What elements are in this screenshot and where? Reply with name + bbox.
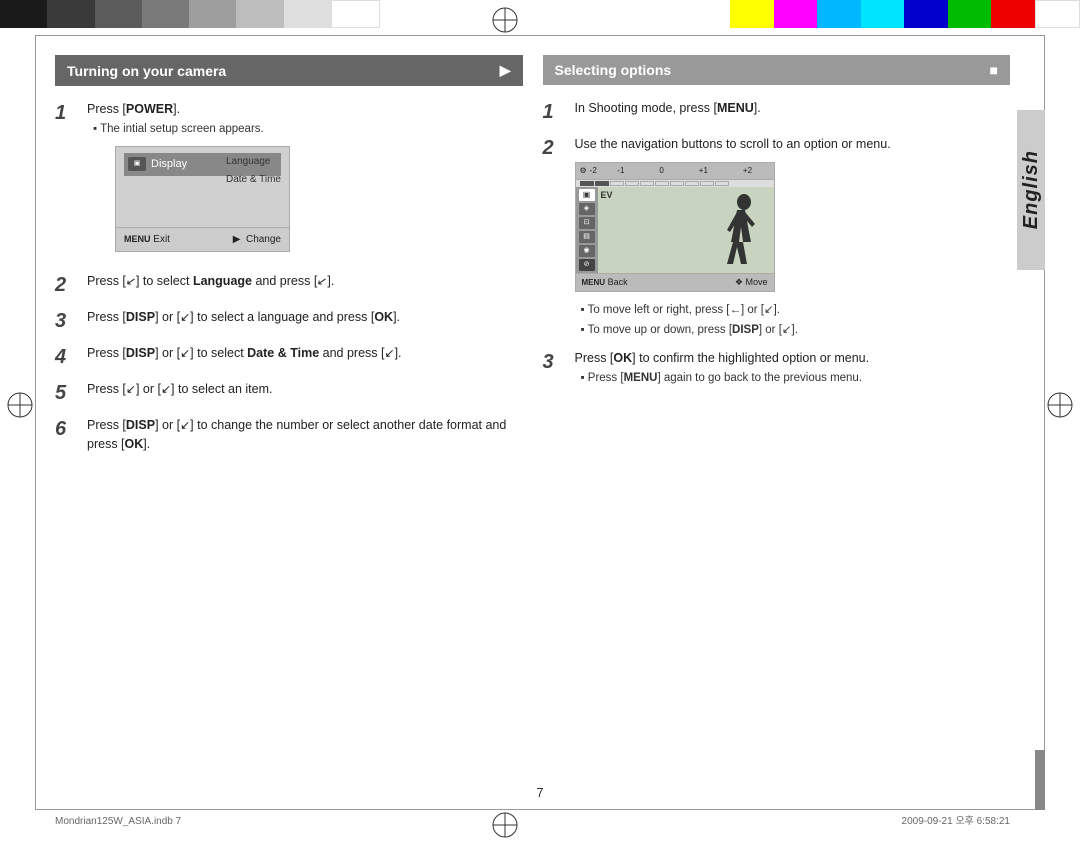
ev-icons: ▣ ◈ ⊡ ▤ ◉ ⊘ <box>576 187 598 273</box>
camera-footer-right: ▶ Change <box>233 232 281 247</box>
ev-bar-row <box>576 180 774 187</box>
right-step-num-3: 3 <box>543 349 571 375</box>
ev-icon-6: ⊘ <box>579 259 595 271</box>
main-content: Turning on your camera ▶ 1 Press [POWER]… <box>55 55 1010 790</box>
ev-icon-3: ⊡ <box>579 217 595 229</box>
step-6-content: Press [DISP] or [↙] to change the number… <box>87 416 523 454</box>
ev-top-bar: ⚙ -2 -10+1+2 <box>576 163 774 180</box>
left-steps-list: 1 Press [POWER]. The intial setup screen… <box>55 100 523 454</box>
ev-icon-4: ▤ <box>579 231 595 243</box>
right-step-3: 3 Press [OK] to confirm the highlighted … <box>543 349 1011 387</box>
english-label: English <box>1020 150 1043 229</box>
right-step-1-content: In Shooting mode, press [MENU]. <box>575 99 761 118</box>
left-step-1: 1 Press [POWER]. The intial setup screen… <box>55 100 523 262</box>
step-num-6: 6 <box>55 416 83 442</box>
right-step-3-content: Press [OK] to confirm the highlighted op… <box>575 349 870 387</box>
reg-mark-bottom <box>490 810 520 840</box>
step-num-2: 2 <box>55 272 83 298</box>
footer-left: Mondrian125W_ASIA.indb 7 <box>55 816 181 827</box>
right-step-2: 2 Use the navigation buttons to scroll t… <box>543 135 1011 339</box>
step-1-bullet: The intial setup screen appears. <box>93 121 290 138</box>
left-step-2: 2 Press [↙] to select Language and press… <box>55 272 523 298</box>
step-num-5: 5 <box>55 380 83 406</box>
bottom-right-bar <box>1035 750 1045 810</box>
right-step-1: 1 In Shooting mode, press [MENU]. <box>543 99 1011 125</box>
reg-mark-left <box>5 390 35 420</box>
left-step-4: 4 Press [DISP] or [↙] to select Date & T… <box>55 344 523 370</box>
left-step-6: 6 Press [DISP] or [↙] to change the numb… <box>55 416 523 454</box>
ev-footer-right: ❖ Move <box>735 276 768 290</box>
step-num-3: 3 <box>55 308 83 334</box>
step-4-content: Press [DISP] or [↙] to select Date & Tim… <box>87 344 402 363</box>
step-2-content: Press [↙] to select Language and press [… <box>87 272 334 291</box>
step-3-content: Press [DISP] or [↙] to select a language… <box>87 308 400 327</box>
camera-right-labels: LanguageDate & Time <box>226 153 281 189</box>
right-steps-list: 1 In Shooting mode, press [MENU]. 2 Use … <box>543 99 1011 387</box>
ev-main-area: ▣ ◈ ⊡ ▤ ◉ ⊘ EV <box>576 187 774 273</box>
left-section-arrow: ▶ <box>500 62 511 79</box>
ev-icon-2: ◈ <box>579 203 595 215</box>
reg-mark-right <box>1045 390 1075 420</box>
camera-menu-icon: ▣ <box>128 157 146 171</box>
right-step-3-bullet: Press [MENU] again to go back to the pre… <box>581 370 870 387</box>
left-section-title: Turning on your camera <box>67 63 226 79</box>
step-num-1: 1 <box>55 100 83 126</box>
english-tab: English <box>1017 110 1045 270</box>
ev-footer: MENU Back ❖ Move <box>576 273 774 292</box>
color-bar-right <box>730 0 1080 28</box>
ev-icon-5: ◉ <box>579 245 595 257</box>
ev-label: EV <box>601 189 613 203</box>
left-step-5: 5 Press [↙] or [↙] to select an item. <box>55 380 523 406</box>
ev-image: EV <box>598 187 774 273</box>
left-step-3: 3 Press [DISP] or [↙] to select a langua… <box>55 308 523 334</box>
camera-footer: MENU Exit ▶ Change <box>116 227 289 251</box>
right-step-2-bullet-1: To move left or right, press [←] or [↙]. <box>581 302 891 319</box>
camera-footer-left: MENU Exit <box>124 232 170 247</box>
step-5-content: Press [↙] or [↙] to select an item. <box>87 380 272 399</box>
step-1-content: Press [POWER]. The intial setup screen a… <box>87 100 290 262</box>
ev-icon-1: ▣ <box>579 189 595 201</box>
right-section-title: Selecting options <box>555 62 672 78</box>
footer-right: 2009-09-21 오후 6:58:21 <box>902 812 1010 827</box>
right-step-num-2: 2 <box>543 135 571 161</box>
ev-screen-mockup: ⚙ -2 -10+1+2 <box>575 162 775 293</box>
step-num-4: 4 <box>55 344 83 370</box>
camera-display-label: Display <box>151 156 187 173</box>
right-step-2-bullet-2: To move up or down, press [DISP] or [↙]. <box>581 322 891 339</box>
camera-screen-mockup: ▣ Display LanguageDate & Time <box>115 146 290 252</box>
page-number: 7 <box>536 785 543 800</box>
right-step-2-content: Use the navigation buttons to scroll to … <box>575 135 891 339</box>
right-column: Selecting options ■ 1 In Shooting mode, … <box>543 55 1011 464</box>
right-section-square: ■ <box>990 62 998 78</box>
right-section-header: Selecting options ■ <box>543 55 1011 85</box>
reg-mark-top <box>490 5 520 35</box>
right-step-num-1: 1 <box>543 99 571 125</box>
left-column: Turning on your camera ▶ 1 Press [POWER]… <box>55 55 523 464</box>
ev-footer-left: MENU Back <box>582 276 628 290</box>
figure-silhouette <box>709 192 764 272</box>
left-section-header: Turning on your camera ▶ <box>55 55 523 86</box>
